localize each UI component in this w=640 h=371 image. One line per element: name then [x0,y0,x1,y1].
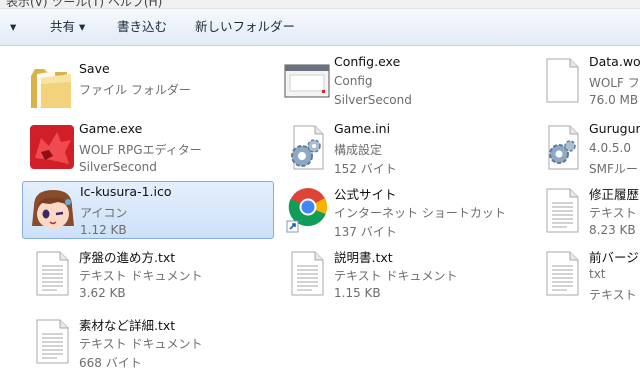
folder-icon [31,69,71,108]
file-size: 8.23 KB [589,223,636,237]
file-type: テキスト [589,288,637,302]
text-document-icon [36,251,69,296]
file-name: Save [79,61,110,76]
chrome-shortcut-icon [286,188,328,233]
file-name: Game.ini [334,121,391,136]
file-description: Config [334,74,373,88]
file-type: WOLF ファ [589,76,640,90]
text-document-icon [291,251,324,296]
file-name: 前バージョ [589,250,640,265]
file-size: 668 バイト [79,356,142,370]
blank-file-icon [546,58,579,103]
organize-dropdown-arrow[interactable]: ▾ [10,18,16,36]
file-item-official-site[interactable]: 公式サイト インターネット ショートカット 137 バイト [277,181,529,239]
file-item-data-wolf[interactable]: Data.wolf WOLF ファ 76.0 MB [532,51,640,109]
burn-button[interactable]: 書き込む [117,18,167,36]
text-document-icon [546,251,579,296]
file-item-manual-txt[interactable]: 説明書.txt テキスト ドキュメント 1.15 KB [277,244,529,302]
file-description: SMFルー [589,162,638,176]
file-company: SilverSecond [79,160,157,174]
file-type: ファイル フォルダー [79,83,191,97]
file-type: アイコン [80,206,128,220]
file-name: 修正履歴. [589,187,640,202]
command-bar: ▾ 共有 ▾ 書き込む 新しいフォルダー [0,9,640,46]
file-size: 3.62 KB [79,286,126,300]
menu-bar: 表示(V) ツール(T) ヘルプ(H) [0,0,640,9]
menu-bar-text[interactable]: 表示(V) ツール(T) ヘルプ(H) [6,0,162,8]
settings-file-icon [548,125,579,170]
anime-face-icon [32,190,74,229]
text-document-icon [36,319,69,364]
file-name: 素材など詳細.txt [79,318,176,333]
file-item-game-ini[interactable]: Game.ini 構成設定 152 バイト [277,118,529,176]
file-item-save-folder[interactable]: Save ファイル フォルダー [22,58,274,116]
file-name-continued: txt [589,267,606,281]
new-folder-button[interactable]: 新しいフォルダー [195,18,295,36]
file-size: 137 バイト [334,225,397,239]
file-name: 公式サイト [334,187,397,202]
file-item-joban-txt[interactable]: 序盤の進め方.txt テキスト ドキュメント 3.62 KB [22,244,274,302]
file-name: Config.exe [334,54,401,69]
share-button[interactable]: 共有 ▾ [50,18,85,36]
file-type: テキスト ドキュメント [79,269,203,283]
wolf-rpg-icon [30,125,74,169]
text-document-icon [546,188,579,233]
file-name: 説明書.txt [334,250,393,265]
file-name: 序盤の進め方.txt [79,250,176,265]
file-version: 4.0.5.0 [589,141,631,155]
file-item-sozai-txt[interactable]: 素材など詳細.txt テキスト ドキュメント 668 バイト [22,312,274,370]
file-type: テキスト ドキュメント [334,269,458,283]
file-item-guruguru[interactable]: Guruguru 4.0.5.0 SMFルー [532,118,640,176]
file-type: インターネット ショートカット [334,206,506,220]
file-item-changelog[interactable]: 修正履歴. テキスト 8.23 KB [532,181,640,239]
file-item-game-exe[interactable]: Game.exe WOLF RPGエディター SilverSecond [22,118,274,176]
file-list-view: Save ファイル フォルダー Game.exe WOLF RPGエディター S… [0,46,640,370]
file-type: 構成設定 [334,143,383,157]
file-size: 1.15 KB [334,286,381,300]
file-type: WOLF RPGエディター [79,143,202,157]
file-name: Guruguru [589,121,640,136]
file-item-config-exe[interactable]: Config.exe Config SilverSecond [277,51,529,109]
file-size: 152 バイト [334,162,397,176]
file-name: Data.wolf [589,54,640,69]
file-size: 1.12 KB [80,223,127,237]
file-type: テキスト ドキュメント [79,337,203,351]
file-name: Ic-kusura-1.ico [80,184,172,199]
file-size: 76.0 MB [589,93,639,107]
file-item-ic-kusura-ico[interactable]: Ic-kusura-1.ico アイコン 1.12 KB [22,181,274,239]
file-company: SilverSecond [334,93,412,107]
settings-file-icon [291,125,324,170]
file-type: テキスト [589,206,637,220]
application-window-icon [284,64,330,98]
file-item-previous-version[interactable]: 前バージョ txt テキスト [532,244,640,302]
file-name: Game.exe [79,121,143,136]
